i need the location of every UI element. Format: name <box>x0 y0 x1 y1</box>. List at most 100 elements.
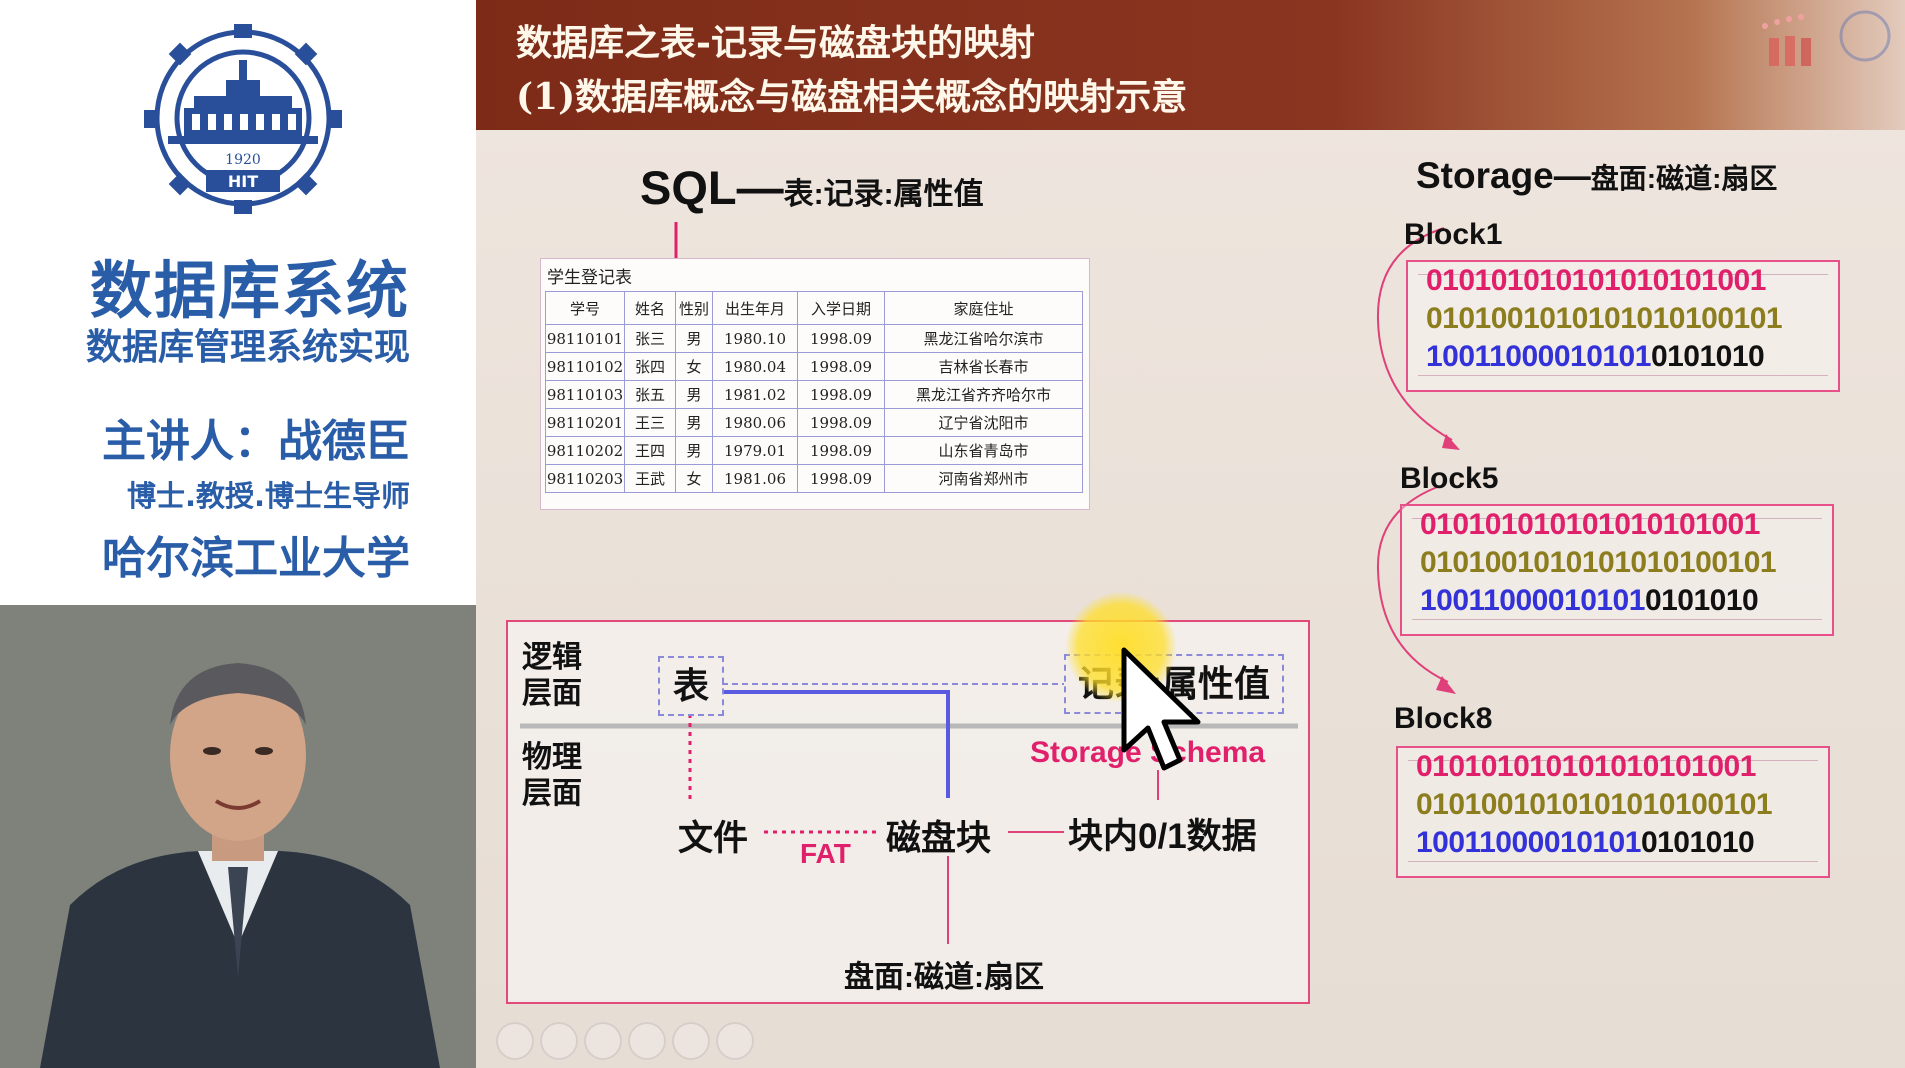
table-cell: 98110201 <box>545 408 625 437</box>
course-title: 数据库系统 <box>89 254 410 327</box>
table-cell: 98110103 <box>545 380 625 409</box>
column-header: 入学日期 <box>797 291 885 325</box>
presentation-toolbar <box>476 1012 816 1062</box>
storage-heading-main: Storage— <box>1416 155 1591 196</box>
label-line: 逻辑 <box>522 641 582 674</box>
table-cell: 男 <box>675 408 713 437</box>
column-header: 学号 <box>545 291 625 325</box>
column-header: 家庭住址 <box>884 291 1083 325</box>
zoom-button[interactable] <box>672 1022 710 1060</box>
column-header: 性别 <box>675 291 713 325</box>
pen-tool-button[interactable] <box>584 1022 622 1060</box>
bit-row-part: 10011000010101 <box>1420 584 1645 617</box>
sql-mapping-heading: SQL—表:记录:属性值 <box>640 160 984 215</box>
bit-row: 0101001010101010100101 <box>1426 302 1783 335</box>
table-cell: 98110102 <box>545 352 625 381</box>
label-line: 层面 <box>522 777 582 810</box>
bit-row: 010101010101010101001 <box>1420 508 1760 541</box>
table-cell: 王四 <box>624 436 676 465</box>
disk-block-label: 磁盘块 <box>886 819 992 858</box>
logical-level-label: 逻辑 层面 <box>522 640 582 712</box>
mouse-cursor-icon <box>1121 647 1201 771</box>
table-cell: 1981.06 <box>712 464 798 493</box>
table-cell: 1980.06 <box>712 408 798 437</box>
table-header-row: 学号 姓名 性别 出生年月 入学日期 家庭住址 <box>545 291 1083 325</box>
slide-subtitle: (1)数据库概念与磁盘相关概念的映射示意 <box>516 76 1188 118</box>
bit-row: 100110000101010101010 <box>1420 584 1759 618</box>
table-cell: 98110202 <box>545 436 625 465</box>
previous-slide-button[interactable] <box>496 1022 534 1060</box>
table-cell: 1998.09 <box>797 464 885 493</box>
bit-row: 010101010101010101001 <box>1426 264 1766 297</box>
table-cell: 辽宁省沈阳市 <box>884 408 1083 437</box>
lecturer-figure <box>0 605 476 1068</box>
bit-row: 100110000101010101010 <box>1426 340 1765 374</box>
svg-text:1920: 1920 <box>225 152 261 168</box>
table-cell: 1981.02 <box>712 380 798 409</box>
presentation-slide: 数据库之表-记录与磁盘块的映射 (1)数据库概念与磁盘相关概念的映射示意 SQL… <box>476 0 1905 1068</box>
bit-row-part: 0101010 <box>1644 584 1759 617</box>
label-line: 层面 <box>522 677 582 710</box>
bit-row: 100110000101010101010 <box>1416 826 1755 860</box>
table-cell: 1998.09 <box>797 324 885 353</box>
sql-heading-rest: 表:记录:属性值 <box>783 178 984 211</box>
next-slide-button[interactable] <box>540 1022 578 1060</box>
table-cell: 黑龙江省哈尔滨市 <box>884 324 1083 353</box>
table-cell: 男 <box>675 324 713 353</box>
slide-title: 数据库之表-记录与磁盘块的映射 <box>516 22 1035 64</box>
slides-overview-button[interactable] <box>628 1022 666 1060</box>
block5-label: Block5 <box>1400 462 1499 495</box>
more-options-button[interactable] <box>716 1022 754 1060</box>
fat-label: FAT <box>800 838 851 869</box>
table-cell: 1979.01 <box>712 436 798 465</box>
table-cell: 1998.09 <box>797 380 885 409</box>
file-label: 文件 <box>678 819 749 858</box>
column-header: 姓名 <box>624 291 676 325</box>
block-data-label: 块内0/1数据 <box>1068 817 1257 856</box>
header-decoration-icon <box>1762 10 1891 66</box>
student-registration-table: 学生登记表 学号 姓名 性别 出生年月 入学日期 家庭住址 98110101 张三… <box>540 258 1090 510</box>
table-cell: 王武 <box>624 464 676 493</box>
slide-header: 数据库之表-记录与磁盘块的映射 (1)数据库概念与磁盘相关概念的映射示意 <box>476 0 1905 130</box>
table-cell: 男 <box>675 380 713 409</box>
table-cell: 张三 <box>624 324 676 353</box>
table-cell: 黑龙江省齐齐哈尔市 <box>884 380 1083 409</box>
block8-box: 010101010101010101001 010100101010101010… <box>1396 746 1830 878</box>
table-cell: 张五 <box>624 380 676 409</box>
university-name: 哈尔滨工业大学 <box>102 533 410 584</box>
hit-university-logo: 1920 HIT <box>144 24 342 214</box>
student-data-table: 学号 姓名 性别 出生年月 入学日期 家庭住址 98110101 张三男 1980.… <box>545 291 1083 493</box>
lecturer-webcam-video <box>0 605 476 1068</box>
bit-row: 0101001010101010100101 <box>1420 546 1777 579</box>
table-cell: 1998.09 <box>797 352 885 381</box>
bit-row: 010101010101010101001 <box>1416 750 1756 783</box>
table-node: 表 <box>658 656 724 716</box>
table-cell: 98110203 <box>545 464 625 493</box>
sql-heading-main: SQL— <box>640 161 784 214</box>
bit-row-part: 10011000010101 <box>1416 826 1641 859</box>
table-cell: 河南省郑州市 <box>884 464 1083 493</box>
table-row: 98110202 王四男 1979.01 1998.09 山东省青岛市 <box>545 436 1083 465</box>
table-row: 98110101 张三男 1980.10 1998.09 黑龙江省哈尔滨市 <box>545 324 1083 353</box>
storage-heading-rest: 盘面:磁道:扇区 <box>1590 163 1778 194</box>
table-cell: 1980.04 <box>712 352 798 381</box>
table-cell: 女 <box>675 464 713 493</box>
block5-box: 010101010101010101001 010100101010101010… <box>1400 504 1834 636</box>
table-row: 98110102 张四女 1980.04 1998.09 吉林省长春市 <box>545 352 1083 381</box>
block8-label: Block8 <box>1394 702 1493 735</box>
svg-text:HIT: HIT <box>228 172 258 191</box>
table-row: 98110103 张五男 1981.02 1998.09 黑龙江省齐齐哈尔市 <box>545 380 1083 409</box>
storage-mapping-heading: Storage—盘面:磁道:扇区 <box>1416 155 1777 197</box>
table-cell: 1998.09 <box>797 408 885 437</box>
table-cell: 吉林省长春市 <box>884 352 1083 381</box>
block1-box: 010101010101010101001 010100101010101010… <box>1406 260 1840 392</box>
bit-row: 0101001010101010100101 <box>1416 788 1773 821</box>
table-cell: 98110101 <box>545 324 625 353</box>
course-info-panel: 1920 HIT 数据库系统 数据库管理系统实现 主讲人：战德臣 博士.教授.博… <box>0 0 476 1068</box>
platter-track-sector-label: 盘面:磁道:扇区 <box>844 961 1044 994</box>
lecturer-title: 博士.教授.博士生导师 <box>126 479 410 513</box>
block1-label: Block1 <box>1404 218 1503 251</box>
table-cell: 男 <box>675 436 713 465</box>
physical-level-label: 物理 层面 <box>522 740 582 812</box>
label-line: 物理 <box>522 741 582 774</box>
